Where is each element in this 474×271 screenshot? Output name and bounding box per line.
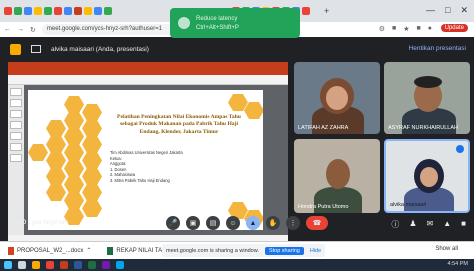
slide-body-line: 3. Mitra Pabrik Tahu Haji Endang bbox=[110, 177, 170, 183]
windows-taskbar: 4:54 PM bbox=[0, 259, 474, 271]
raise-hand-button[interactable]: ✋ bbox=[266, 216, 280, 230]
tab-favicon[interactable] bbox=[34, 7, 42, 15]
more-options-button[interactable]: ⋮ bbox=[286, 216, 300, 230]
search-icon[interactable] bbox=[18, 261, 26, 269]
presenting-icon bbox=[31, 45, 41, 53]
download-bar: PROPOSAL_W2_...docx ⌃ REKAP NILAI TA_...… bbox=[0, 241, 474, 259]
camera-button[interactable]: ▣ bbox=[186, 216, 200, 230]
file-explorer-icon[interactable] bbox=[32, 261, 40, 269]
close-icon[interactable]: ✕ bbox=[460, 5, 468, 16]
extension-icon[interactable]: ■ bbox=[417, 25, 421, 33]
slide-thumbnails bbox=[8, 85, 24, 235]
chat-icon[interactable]: ✉ bbox=[427, 219, 434, 230]
app-icon[interactable] bbox=[102, 261, 110, 269]
taskbar-clock[interactable]: 4:54 PM bbox=[448, 261, 468, 267]
window-controls: — □ ✕ bbox=[426, 5, 468, 16]
powerpoint-toolbar bbox=[8, 75, 288, 85]
tab-favicon[interactable] bbox=[64, 7, 72, 15]
app-icon[interactable] bbox=[116, 261, 124, 269]
tab-favicon[interactable] bbox=[84, 7, 92, 15]
slide-body: Tim Abdimas Universitas Negeri Jakarta K… bbox=[110, 150, 250, 184]
tab-favicon[interactable] bbox=[14, 7, 22, 15]
file-icon bbox=[107, 246, 114, 255]
participant-video bbox=[326, 86, 348, 110]
file-icon bbox=[8, 246, 14, 255]
tab-favicon[interactable] bbox=[44, 7, 52, 15]
back-icon[interactable]: ← bbox=[4, 26, 11, 33]
hide-button[interactable]: Hide bbox=[310, 248, 321, 254]
participant-name: alvika maisaari bbox=[390, 202, 427, 208]
extension-icon[interactable]: ⚙ bbox=[379, 25, 385, 33]
present-button[interactable]: ▲ bbox=[246, 216, 260, 230]
forward-icon[interactable]: → bbox=[17, 26, 24, 33]
start-icon[interactable] bbox=[4, 261, 12, 269]
tab-favicon[interactable] bbox=[4, 7, 12, 15]
participant-tile-self[interactable]: alvika maisaari bbox=[384, 139, 470, 213]
participant-name: Hondra Putra Utomo bbox=[298, 204, 349, 210]
participant-video bbox=[326, 159, 350, 189]
minimize-icon[interactable]: — bbox=[426, 5, 435, 16]
participant-video bbox=[420, 167, 438, 187]
lock-icon[interactable]: ■ bbox=[461, 219, 466, 230]
info-icon[interactable]: ⓘ bbox=[391, 219, 399, 230]
emoji-button[interactable]: ☺ bbox=[226, 216, 240, 230]
extension-icons: ⚙ ■ ★ ■ ● bbox=[379, 25, 432, 33]
meet-logo-icon bbox=[10, 43, 21, 55]
tab-favicon[interactable] bbox=[302, 7, 310, 15]
download-filename: PROPOSAL_W2_...docx bbox=[17, 247, 84, 254]
presenter-title: alvika maisaari (Anda, presentasi) bbox=[51, 45, 149, 53]
update-button[interactable]: Update bbox=[440, 24, 468, 32]
meeting-info: 16.50 | ycs-hnyz-srh bbox=[10, 219, 69, 226]
chevron-up-icon[interactable]: ⌃ bbox=[86, 247, 91, 254]
end-call-button[interactable]: ☎ bbox=[306, 216, 328, 230]
tab-favicon[interactable] bbox=[94, 7, 102, 15]
tab-favicon[interactable] bbox=[74, 7, 82, 15]
tab-favicon[interactable] bbox=[24, 7, 32, 15]
people-icon[interactable]: ♟ bbox=[409, 219, 416, 230]
toast-icon bbox=[178, 17, 190, 29]
slide-title: Pelatihan Peningkatan Nilai Ekonomis Amp… bbox=[117, 114, 241, 135]
excel-icon[interactable] bbox=[88, 261, 96, 269]
chrome-icon[interactable] bbox=[46, 261, 54, 269]
participant-name: ASYRAF NURKHAIRULLAH bbox=[388, 125, 458, 131]
participant-name: LATIFAH AZ ZAHRA bbox=[298, 125, 349, 131]
captions-button[interactable]: ▤ bbox=[206, 216, 220, 230]
sharing-text: meet.google.com is sharing a window. bbox=[166, 247, 259, 254]
meeting-code: ycs-hnyz-srh bbox=[31, 219, 69, 226]
participant-tile[interactable]: Hondra Putra Utomo bbox=[294, 139, 380, 213]
powerpoint-icon[interactable] bbox=[60, 261, 68, 269]
activities-icon[interactable]: ▲ bbox=[443, 219, 451, 230]
download-item[interactable]: PROPOSAL_W2_...docx ⌃ bbox=[8, 246, 91, 255]
extension-icon[interactable]: ■ bbox=[392, 25, 396, 33]
profile-icon[interactable]: ● bbox=[428, 25, 432, 33]
reload-icon[interactable]: ↻ bbox=[30, 26, 36, 34]
meet-top-bar: alvika maisaari (Anda, presentasi) Henti… bbox=[0, 37, 474, 61]
toast-line-2: Ctrl+Alt+Shift+P bbox=[196, 24, 239, 31]
tab-favicon[interactable] bbox=[104, 7, 112, 15]
sharing-notice: meet.google.com is sharing a window. Sto… bbox=[162, 244, 326, 257]
tab-favicon[interactable] bbox=[54, 7, 62, 15]
speaking-indicator-icon bbox=[456, 145, 464, 153]
word-icon[interactable] bbox=[74, 261, 82, 269]
show-all-link[interactable]: Show all bbox=[435, 246, 458, 252]
mic-button[interactable]: 🎤 bbox=[166, 216, 180, 230]
toast-line-1: Reduce latency bbox=[196, 15, 238, 22]
stop-sharing-button[interactable]: Stop sharing bbox=[264, 246, 304, 255]
participant-tile[interactable]: ASYRAF NURKHAIRULLAH bbox=[384, 62, 470, 134]
side-panel-controls: ⓘ ♟ ✉ ▲ ■ bbox=[391, 219, 466, 230]
stop-presenting-link[interactable]: Hentikan presentasi bbox=[409, 45, 466, 52]
tab-favicons[interactable] bbox=[4, 7, 112, 15]
powerpoint-ribbon bbox=[8, 62, 288, 75]
notification-toast[interactable]: Reduce latency Ctrl+Alt+Shift+P bbox=[170, 8, 300, 38]
meeting-time: 16.50 bbox=[10, 219, 27, 226]
bookmark-star-icon[interactable]: ★ bbox=[403, 25, 409, 33]
new-tab-button[interactable]: + bbox=[324, 6, 329, 16]
participant-video bbox=[414, 76, 442, 88]
presentation-slide: Pelatihan Peningkatan Nilai Ekonomis Amp… bbox=[28, 90, 263, 230]
maximize-icon[interactable]: □ bbox=[445, 5, 450, 16]
call-controls: 🎤 ▣ ▤ ☺ ▲ ✋ ⋮ ☎ bbox=[166, 216, 328, 230]
participant-tile[interactable]: LATIFAH AZ ZAHRA bbox=[294, 62, 380, 134]
